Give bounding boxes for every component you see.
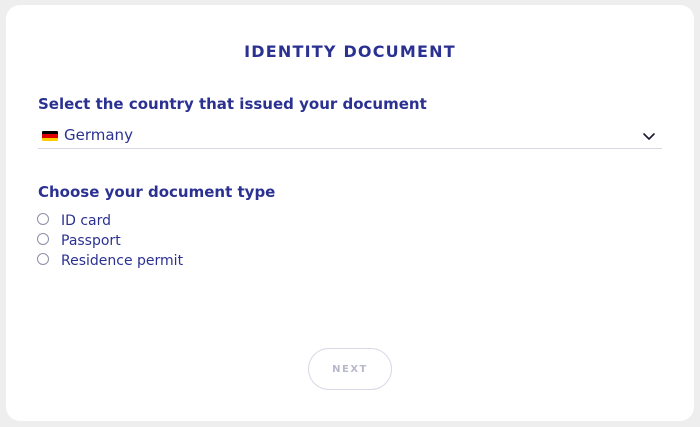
radio-label: Residence permit [61, 253, 184, 269]
radio-label: Passport [61, 233, 121, 249]
radio-option-passport[interactable]: Passport [37, 231, 121, 251]
country-select[interactable]: Germany [38, 124, 662, 149]
radio-button[interactable] [37, 233, 49, 245]
radio-button[interactable] [37, 213, 49, 225]
radio-option-id-card[interactable]: ID card [37, 211, 111, 231]
radio-option-residence-permit[interactable]: Residence permit [37, 251, 183, 271]
country-select-value: Germany [64, 126, 133, 144]
germany-flag-icon [42, 131, 58, 141]
chevron-down-icon [643, 133, 655, 140]
radio-button[interactable] [37, 253, 49, 265]
radio-label: ID card [61, 213, 112, 229]
identity-document-card: IDENTITY DOCUMENT Select the country tha… [6, 5, 694, 421]
country-section-label: Select the country that issued your docu… [38, 95, 427, 113]
next-button[interactable]: NEXT [308, 348, 392, 390]
document-type-section-label: Choose your document type [38, 183, 276, 201]
page-title: IDENTITY DOCUMENT [244, 42, 456, 61]
